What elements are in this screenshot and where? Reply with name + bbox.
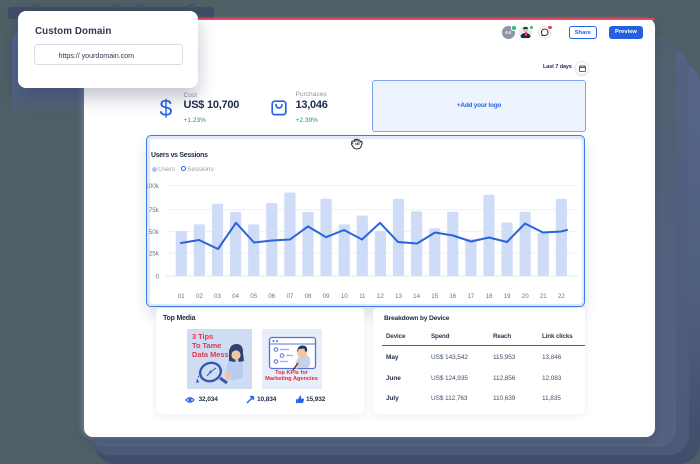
svg-text:0: 0 [155, 274, 159, 281]
svg-text:21: 21 [540, 293, 547, 300]
svg-text:01: 01 [178, 293, 185, 300]
svg-text:11: 11 [359, 293, 366, 300]
svg-text:10: 10 [341, 293, 348, 300]
svg-text:25k: 25k [149, 251, 160, 258]
svg-text:12: 12 [377, 293, 384, 300]
svg-text:05: 05 [250, 293, 257, 300]
svg-text:19: 19 [504, 293, 511, 300]
svg-text:08: 08 [305, 293, 312, 300]
svg-text:13: 13 [395, 293, 402, 300]
svg-text:14: 14 [413, 293, 420, 300]
svg-text:75k: 75k [149, 207, 160, 214]
svg-text:09: 09 [323, 293, 330, 300]
svg-text:17: 17 [467, 293, 474, 300]
svg-text:18: 18 [486, 293, 493, 300]
svg-text:50k: 50k [149, 229, 160, 236]
svg-text:22: 22 [558, 293, 565, 300]
svg-text:03: 03 [214, 293, 221, 300]
svg-text:02: 02 [196, 293, 203, 300]
svg-text:15: 15 [431, 293, 438, 300]
svg-text:07: 07 [286, 293, 293, 300]
svg-text:100k: 100k [146, 183, 160, 190]
svg-text:04: 04 [232, 293, 239, 300]
svg-text:06: 06 [268, 293, 275, 300]
svg-text:16: 16 [449, 293, 456, 300]
svg-text:20: 20 [522, 293, 529, 300]
